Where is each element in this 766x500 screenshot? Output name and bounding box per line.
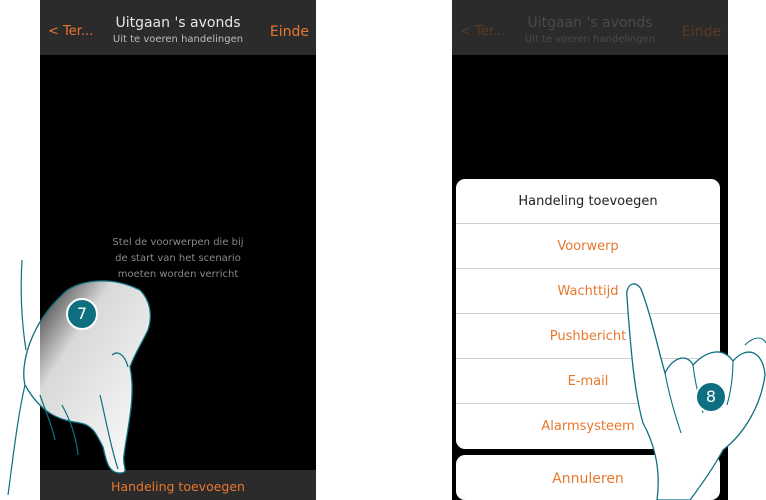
done-button[interactable]: Einde: [682, 24, 721, 40]
action-item-voorwerp[interactable]: Voorwerp: [456, 224, 720, 269]
action-sheet-title: Handeling toevoegen: [456, 179, 720, 224]
step-badge: 7: [66, 298, 98, 330]
step-badge: 8: [695, 381, 727, 413]
pointing-hand-icon: [7, 259, 151, 496]
pointing-hand-icon: [626, 283, 766, 500]
hint-line: Stel de voorwerpen die bij: [112, 237, 244, 248]
done-button[interactable]: Einde: [270, 24, 309, 40]
nav-header: < Ter... Uitgaan 's avonds Uit te voeren…: [452, 0, 728, 55]
nav-header: < Ter... Uitgaan 's avonds Uit te voeren…: [40, 0, 316, 55]
